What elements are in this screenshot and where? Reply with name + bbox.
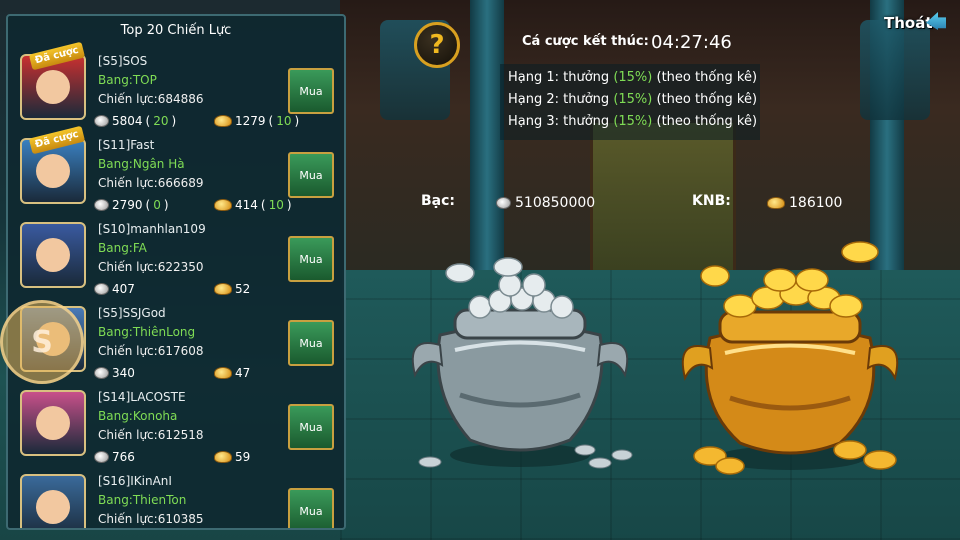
player-gold-bet: 47 (214, 366, 250, 380)
rank-reward-1: Hạng 1: thưởng (15%) (theo thống kê) (508, 70, 758, 85)
player-row: [S16]IKinAnI Bang:ThienTon Chiến lực:61038… (8, 468, 344, 528)
player-guild: Bang:TOP (98, 73, 157, 87)
player-list[interactable]: Đã cược [S5]SOS Bang:TOP Chiến lực:684886 58… (8, 41, 344, 528)
player-power: Chiến lực:610385 (98, 512, 204, 526)
player-row: Đã cược [S11]Fast Bang:Ngân Hà Chiến lực:66… (8, 125, 344, 216)
gold-pool-value: 186100 (767, 195, 842, 211)
avatar-face-icon (36, 490, 70, 524)
panel-title: Top 20 Chiến Lực (120, 23, 232, 38)
player-guild: Bang:Ngân Hà (98, 157, 185, 171)
player-silver-bet: 2790(0) (94, 198, 169, 212)
player-name: [S16]IKinAnI (98, 474, 172, 488)
floating-badge-icon[interactable]: S (0, 300, 84, 384)
rank-reward-2: Hạng 2: thưởng (15%) (theo thống kê) (508, 92, 758, 107)
buy-button[interactable]: Mua (288, 320, 334, 366)
silver-coin-icon (94, 283, 109, 295)
player-row: Đã cược [S5]SOS Bang:TOP Chiến lực:684886 58… (8, 41, 344, 132)
player-power: Chiến lực:612518 (98, 428, 204, 442)
ranking-panel: Top 20 Chiến Lực Đã cược [S5]SOS Bang:TOP C… (6, 14, 346, 530)
player-guild: Bang:Konoha (98, 409, 178, 423)
player-gold-bet: 414(10) (214, 198, 292, 212)
bet-countdown: 04:27:46 (651, 32, 732, 53)
gold-pot-icon[interactable] (670, 238, 910, 478)
player-name: [S5]SSJGod (98, 306, 166, 320)
gold-ingot-icon (214, 367, 232, 379)
buy-button[interactable]: Mua (288, 68, 334, 114)
buy-button[interactable]: Mua (288, 404, 334, 450)
player-avatar (20, 474, 86, 528)
player-row: [S10]manhlan109 Bang:FA Chiến lực:622350 40… (8, 216, 344, 300)
exit-label: Thoát (884, 14, 933, 32)
player-gold-bet: 59 (214, 450, 250, 464)
player-power: Chiến lực:684886 (98, 92, 204, 106)
question-icon: ? (429, 30, 445, 60)
player-avatar (20, 390, 86, 456)
player-guild: Bang:FA (98, 241, 147, 255)
player-silver-bet: 766 (94, 450, 135, 464)
player-name: [S10]manhlan109 (98, 222, 206, 236)
player-name: [S14]LACOSTE (98, 390, 186, 404)
buy-button[interactable]: Mua (288, 488, 334, 528)
player-name: [S11]Fast (98, 138, 155, 152)
help-button[interactable]: ? (414, 22, 460, 68)
player-gold-bet: 1279(10) (214, 114, 299, 128)
silver-pool-value: 510850000 (496, 195, 595, 211)
player-silver-bet: 340 (94, 366, 135, 380)
silver-coin-icon (94, 367, 109, 379)
gold-ingot-icon (214, 115, 232, 127)
player-gold-bet: 52 (214, 282, 250, 296)
gold-ingot-icon (214, 199, 232, 211)
player-silver-bet: 407 (94, 282, 135, 296)
player-row: [S14]LACOSTE Bang:Konoha Chiến lực:612518 7… (8, 384, 344, 468)
avatar-face-icon (36, 154, 70, 188)
avatar-face-icon (36, 70, 70, 104)
avatar-face-icon (36, 238, 70, 272)
player-power: Chiến lực:666689 (98, 176, 204, 190)
silver-pot-icon[interactable] (400, 255, 640, 475)
player-silver-bet: 5804(20) (94, 114, 176, 128)
silver-coin-icon (94, 115, 109, 127)
exit-button[interactable]: Thoát (878, 8, 948, 40)
buy-button[interactable]: Mua (288, 152, 334, 198)
gold-pool-label: KNB: (692, 193, 731, 209)
gold-ingot-icon (767, 197, 785, 209)
avatar-face-icon (36, 406, 70, 440)
gold-ingot-icon (214, 451, 232, 463)
player-power: Chiến lực:617608 (98, 344, 204, 358)
silver-coin-icon (94, 199, 109, 211)
silver-coin-icon (94, 451, 109, 463)
buy-button[interactable]: Mua (288, 236, 334, 282)
gold-ingot-icon (214, 283, 232, 295)
player-name: [S5]SOS (98, 54, 148, 68)
player-guild: Bang:ThiênLong (98, 325, 196, 339)
silver-coin-icon (496, 197, 511, 209)
player-power: Chiến lực:622350 (98, 260, 204, 274)
rank-reward-3: Hạng 3: thưởng (15%) (theo thống kê) (508, 114, 758, 129)
silver-pool-label: Bạc: (421, 193, 456, 209)
player-guild: Bang:ThienTon (98, 493, 187, 507)
bet-end-label: Cá cược kết thúc: (522, 34, 649, 49)
player-avatar (20, 222, 86, 288)
